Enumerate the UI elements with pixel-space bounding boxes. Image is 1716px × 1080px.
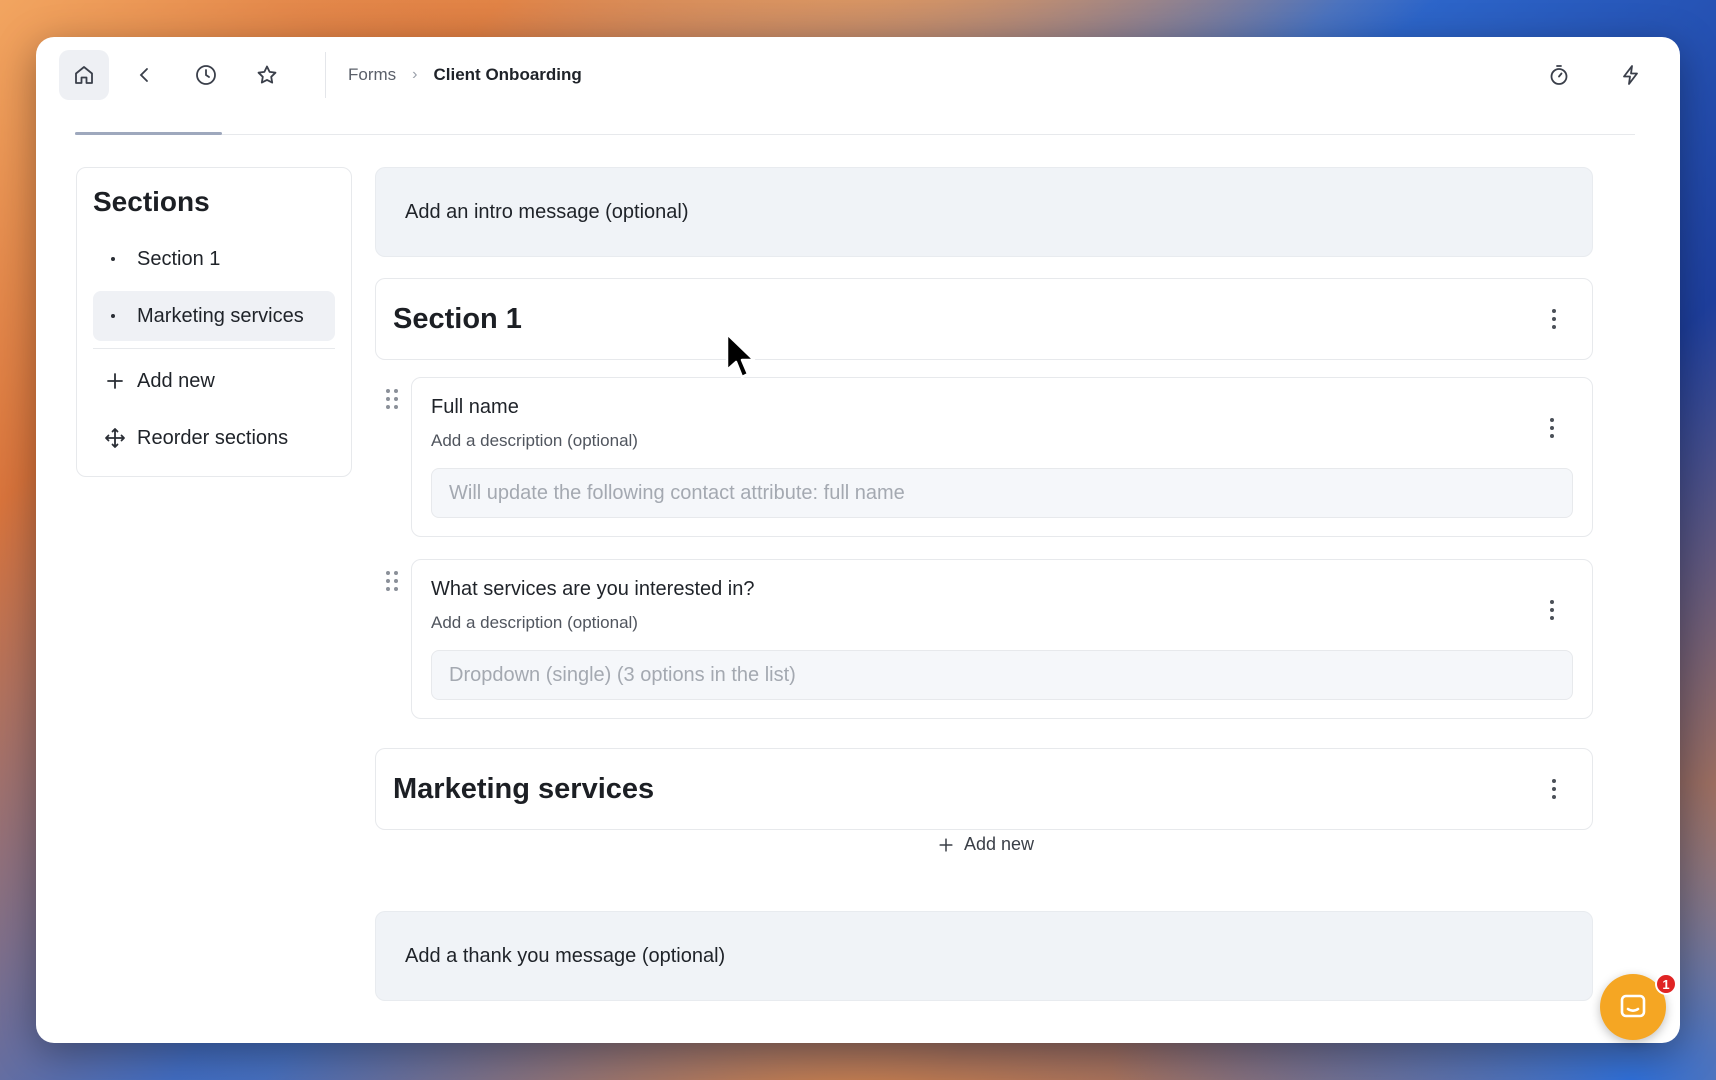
- sidebar-item-label: Section 1: [137, 247, 221, 270]
- question-description[interactable]: Add a description (optional): [431, 613, 1573, 633]
- timer-button[interactable]: [1534, 50, 1584, 100]
- plus-icon: [939, 837, 953, 852]
- sidebar-item-marketing-services[interactable]: Marketing services: [93, 291, 335, 341]
- sidebar-title: Sections: [93, 186, 210, 217]
- top-right-actions: [1534, 50, 1656, 100]
- history-button[interactable]: [181, 50, 231, 100]
- home-button[interactable]: [59, 50, 109, 100]
- star-icon: [257, 65, 277, 84]
- question-field-preview: Dropdown (single) (3 options in the list…: [431, 650, 1573, 700]
- thank-you-message-label: Add a thank you message (optional): [405, 944, 726, 967]
- back-icon: [139, 68, 148, 82]
- intro-message[interactable]: Add an intro message (optional): [375, 167, 1593, 257]
- drag-handle-icon[interactable]: [386, 389, 400, 409]
- kebab-dot: [1552, 309, 1556, 313]
- toolbar-divider: [325, 52, 326, 98]
- mouse-cursor-icon: [725, 332, 756, 379]
- add-section-button[interactable]: Add new: [93, 356, 335, 406]
- quick-actions-button[interactable]: [1606, 50, 1656, 100]
- bullet-icon: [111, 257, 115, 261]
- top-bar: Forms › Client Onboarding: [36, 37, 1680, 113]
- lightning-icon: [1623, 65, 1638, 85]
- add-section-label: Add new: [137, 369, 215, 392]
- notification-badge: 1: [1655, 973, 1677, 995]
- question-description[interactable]: Add a description (optional): [431, 431, 1573, 451]
- question-full-name[interactable]: Full name Add a description (optional) W…: [411, 377, 1593, 537]
- home-icon: [75, 66, 93, 84]
- tab-divider: [75, 134, 1635, 135]
- back-button[interactable]: [120, 50, 170, 100]
- section-menu-button[interactable]: [1544, 777, 1564, 801]
- kebab-dot: [1552, 325, 1556, 329]
- question-services[interactable]: What services are you interested in? Add…: [411, 559, 1593, 719]
- section-title: Section 1: [393, 302, 522, 335]
- breadcrumb-current: Client Onboarding: [433, 65, 582, 84]
- reorder-sections-button[interactable]: Reorder sections: [93, 413, 335, 463]
- kebab-dot: [1552, 317, 1556, 321]
- question-title: Full name: [431, 396, 519, 418]
- marketing-services-header[interactable]: Marketing services: [375, 748, 1593, 830]
- active-tab-indicator: [75, 132, 222, 135]
- breadcrumb-forms[interactable]: Forms: [348, 65, 396, 85]
- section-menu-button[interactable]: [1544, 307, 1564, 331]
- reorder-sections-label: Reorder sections: [137, 426, 289, 449]
- question-menu-button[interactable]: [1542, 416, 1562, 440]
- add-new-label: Add new: [964, 834, 1035, 854]
- bullet-icon: [111, 314, 115, 318]
- timer-icon: [1550, 65, 1568, 85]
- sidebar-item-label: Marketing services: [137, 304, 304, 327]
- sections-sidebar: Sections Section 1 Marketing services Ad…: [76, 167, 352, 477]
- plus-icon: [107, 373, 123, 389]
- sidebar-divider: [93, 348, 335, 349]
- favorite-button[interactable]: [242, 50, 292, 100]
- history-icon: [196, 65, 216, 85]
- question-menu-button[interactable]: [1542, 598, 1562, 622]
- move-icon: [105, 428, 125, 448]
- add-new-button[interactable]: Add new: [936, 834, 1034, 855]
- section-title: Marketing services: [393, 772, 655, 805]
- breadcrumb: Forms › Client Onboarding: [348, 65, 582, 85]
- question-field-preview: Will update the following contact attrib…: [431, 468, 1573, 518]
- chevron-right-icon: ›: [412, 66, 418, 83]
- thank-you-message[interactable]: Add a thank you message (optional): [375, 911, 1593, 1001]
- app-window: Forms › Client Onboarding Sections Secti…: [36, 37, 1680, 1043]
- sidebar-item-section-1[interactable]: Section 1: [93, 234, 335, 284]
- section-1-header[interactable]: Section 1: [375, 278, 1593, 360]
- question-title: What services are you interested in?: [431, 578, 755, 600]
- chat-icon: [1620, 994, 1646, 1018]
- intro-message-label: Add an intro message (optional): [405, 200, 689, 223]
- drag-handle-icon[interactable]: [386, 571, 400, 591]
